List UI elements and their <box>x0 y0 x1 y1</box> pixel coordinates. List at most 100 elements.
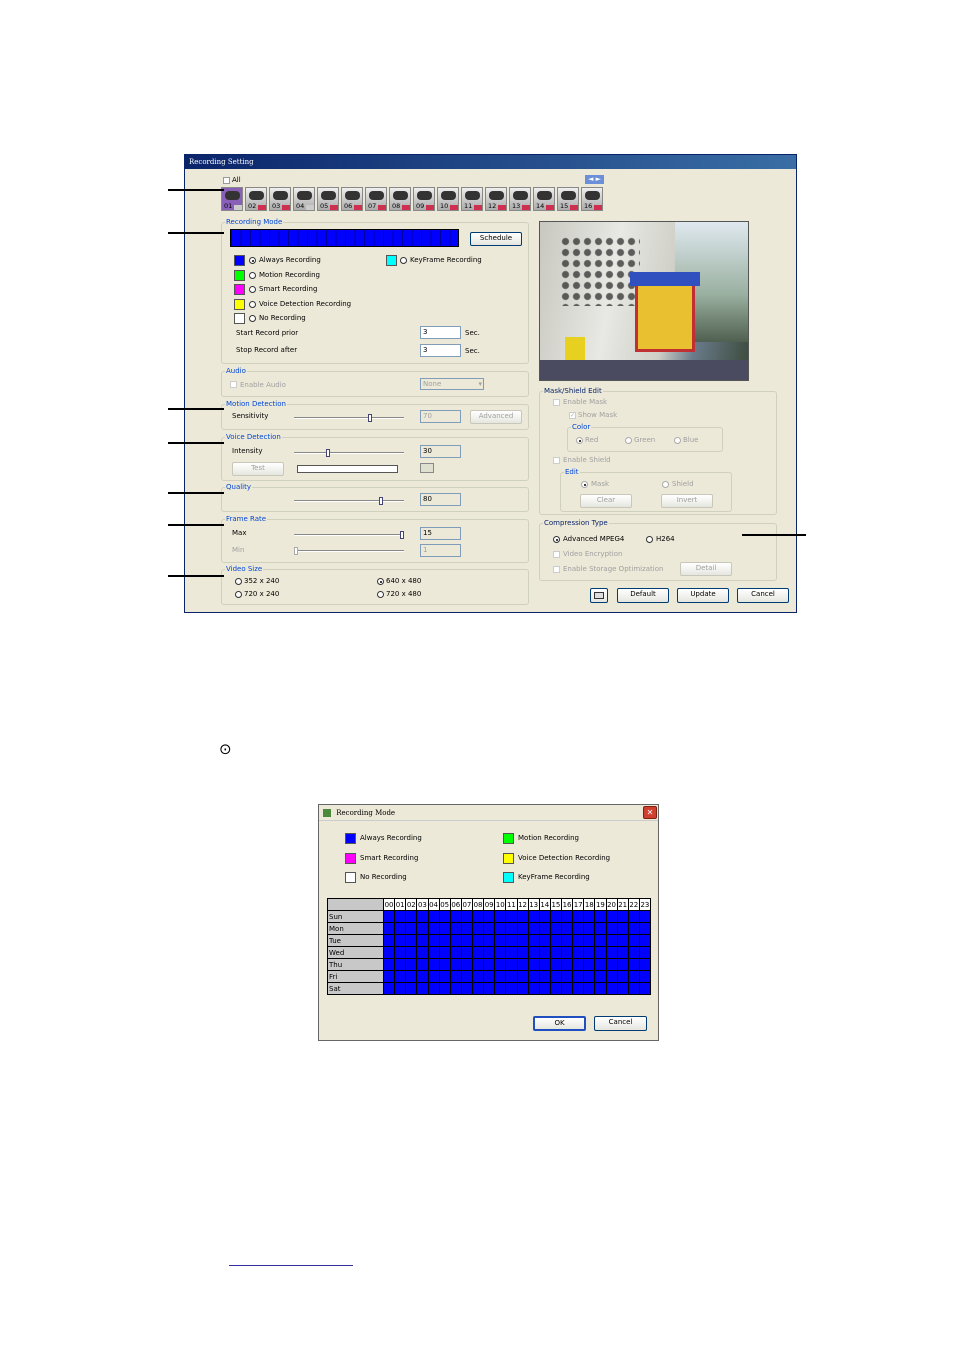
video-size-radio[interactable] <box>377 578 384 585</box>
schedule-cell[interactable] <box>438 982 451 995</box>
schedule-cell[interactable] <box>494 970 507 983</box>
schedule-cell[interactable] <box>616 958 629 971</box>
clear-button[interactable]: Clear <box>580 494 632 508</box>
schedule-cell[interactable] <box>405 922 418 935</box>
hour-header[interactable]: 11 <box>505 898 518 911</box>
schedule-cell[interactable] <box>405 982 418 995</box>
channel-tab-12[interactable]: 12 <box>485 187 507 211</box>
mode-radio[interactable] <box>249 315 256 322</box>
schedule-cell[interactable] <box>427 934 440 947</box>
schedule-cell[interactable] <box>427 946 440 959</box>
hour-header[interactable]: 17 <box>572 898 585 911</box>
schedule-cell[interactable] <box>505 910 518 923</box>
schedule-cell[interactable] <box>505 958 518 971</box>
hour-header[interactable]: 06 <box>449 898 462 911</box>
schedule-cell[interactable] <box>505 934 518 947</box>
default-button[interactable]: Default <box>617 588 669 603</box>
schedule-cell[interactable] <box>438 958 451 971</box>
schedule-cell[interactable] <box>560 958 574 971</box>
mode-radio[interactable] <box>249 300 256 308</box>
schedule-cell[interactable] <box>560 910 574 923</box>
schedule-cell[interactable] <box>382 958 396 971</box>
hour-header[interactable]: 12 <box>516 898 529 911</box>
schedule-cell[interactable] <box>605 934 618 947</box>
keyframe-radio[interactable] <box>400 257 407 264</box>
schedule-cell[interactable] <box>583 922 596 935</box>
schedule-cell[interactable] <box>583 910 596 923</box>
schedule-cell[interactable] <box>483 982 496 995</box>
schedule-cell[interactable] <box>516 934 529 947</box>
schedule-cell[interactable] <box>627 982 640 995</box>
schedule-cell[interactable] <box>616 934 629 947</box>
schedule-cell[interactable] <box>549 970 563 983</box>
hour-header[interactable]: 01 <box>394 898 407 911</box>
schedule-cell[interactable] <box>449 946 462 959</box>
schedule-cell[interactable] <box>572 922 585 935</box>
schedule-cell[interactable] <box>427 910 440 923</box>
quality-slider[interactable] <box>294 497 404 505</box>
all-checkbox[interactable] <box>223 177 230 184</box>
schedule-cell[interactable] <box>449 922 462 935</box>
schedule-cell[interactable] <box>549 982 563 995</box>
slider-thumb[interactable] <box>325 449 330 457</box>
schedule-cell[interactable] <box>394 946 407 959</box>
schedule-cell[interactable] <box>616 922 629 935</box>
schedule-cell[interactable] <box>560 970 574 983</box>
schedule-cell[interactable] <box>394 958 407 971</box>
schedule-cell[interactable] <box>572 958 585 971</box>
hour-header[interactable]: 13 <box>527 898 540 911</box>
schedule-cell[interactable] <box>594 982 607 995</box>
min-frame-slider[interactable] <box>294 547 404 555</box>
hour-header[interactable]: 14 <box>538 898 551 911</box>
advanced-button[interactable]: Advanced <box>470 410 522 424</box>
schedule-cell[interactable] <box>449 910 462 923</box>
schedule-cell[interactable] <box>605 922 618 935</box>
channel-tab-14[interactable]: 14 <box>533 187 555 211</box>
intensity-slider[interactable] <box>294 449 404 457</box>
schedule-cell[interactable] <box>572 934 585 947</box>
slider-thumb[interactable] <box>368 414 373 422</box>
schedule-cell[interactable] <box>605 946 618 959</box>
mask-color-radio[interactable] <box>625 437 632 444</box>
schedule-cell[interactable] <box>638 982 652 995</box>
hour-header[interactable]: 08 <box>471 898 485 911</box>
schedule-cell[interactable] <box>560 934 574 947</box>
schedule-cell[interactable] <box>460 922 474 935</box>
slider-thumb[interactable] <box>294 547 298 555</box>
schedule-cell[interactable] <box>416 970 429 983</box>
schedule-cell[interactable] <box>394 934 407 947</box>
schedule-cell[interactable] <box>627 934 640 947</box>
channel-tab-16[interactable]: 16 <box>581 187 603 211</box>
mask-color-radio[interactable] <box>576 437 583 444</box>
schedule-cell[interactable] <box>460 982 474 995</box>
schedule-cell[interactable] <box>638 958 652 971</box>
schedule-cell[interactable] <box>638 910 652 923</box>
schedule-cell[interactable] <box>427 958 440 971</box>
hour-header[interactable]: 21 <box>616 898 629 911</box>
schedule-cell[interactable] <box>538 922 551 935</box>
schedule-cell[interactable] <box>438 910 451 923</box>
schedule-cell[interactable] <box>538 970 551 983</box>
storage-opt-checkbox[interactable] <box>553 566 560 573</box>
hour-header[interactable]: 22 <box>627 898 640 911</box>
schedule-cell[interactable] <box>516 982 529 995</box>
channel-tab-09[interactable]: 09 <box>413 187 435 211</box>
update-button[interactable]: Update <box>677 588 729 603</box>
schedule-cell[interactable] <box>594 910 607 923</box>
schedule-cell[interactable] <box>471 910 485 923</box>
mask-color-radio[interactable] <box>674 437 681 444</box>
schedule-cell[interactable] <box>594 970 607 983</box>
schedule-cell[interactable] <box>405 934 418 947</box>
schedule-cell[interactable] <box>583 982 596 995</box>
video-encryption-checkbox[interactable] <box>553 551 560 558</box>
schedule-cell[interactable] <box>527 910 540 923</box>
edit-shield-radio[interactable] <box>662 481 669 488</box>
schedule-cell[interactable] <box>538 958 551 971</box>
schedule-cell[interactable] <box>494 946 507 959</box>
schedule-cell[interactable] <box>505 922 518 935</box>
sensitivity-slider[interactable] <box>294 414 404 422</box>
schedule-cell[interactable] <box>483 922 496 935</box>
schedule-cell[interactable] <box>638 934 652 947</box>
hour-header[interactable]: 23 <box>638 898 652 911</box>
schedule-cell[interactable] <box>505 946 518 959</box>
